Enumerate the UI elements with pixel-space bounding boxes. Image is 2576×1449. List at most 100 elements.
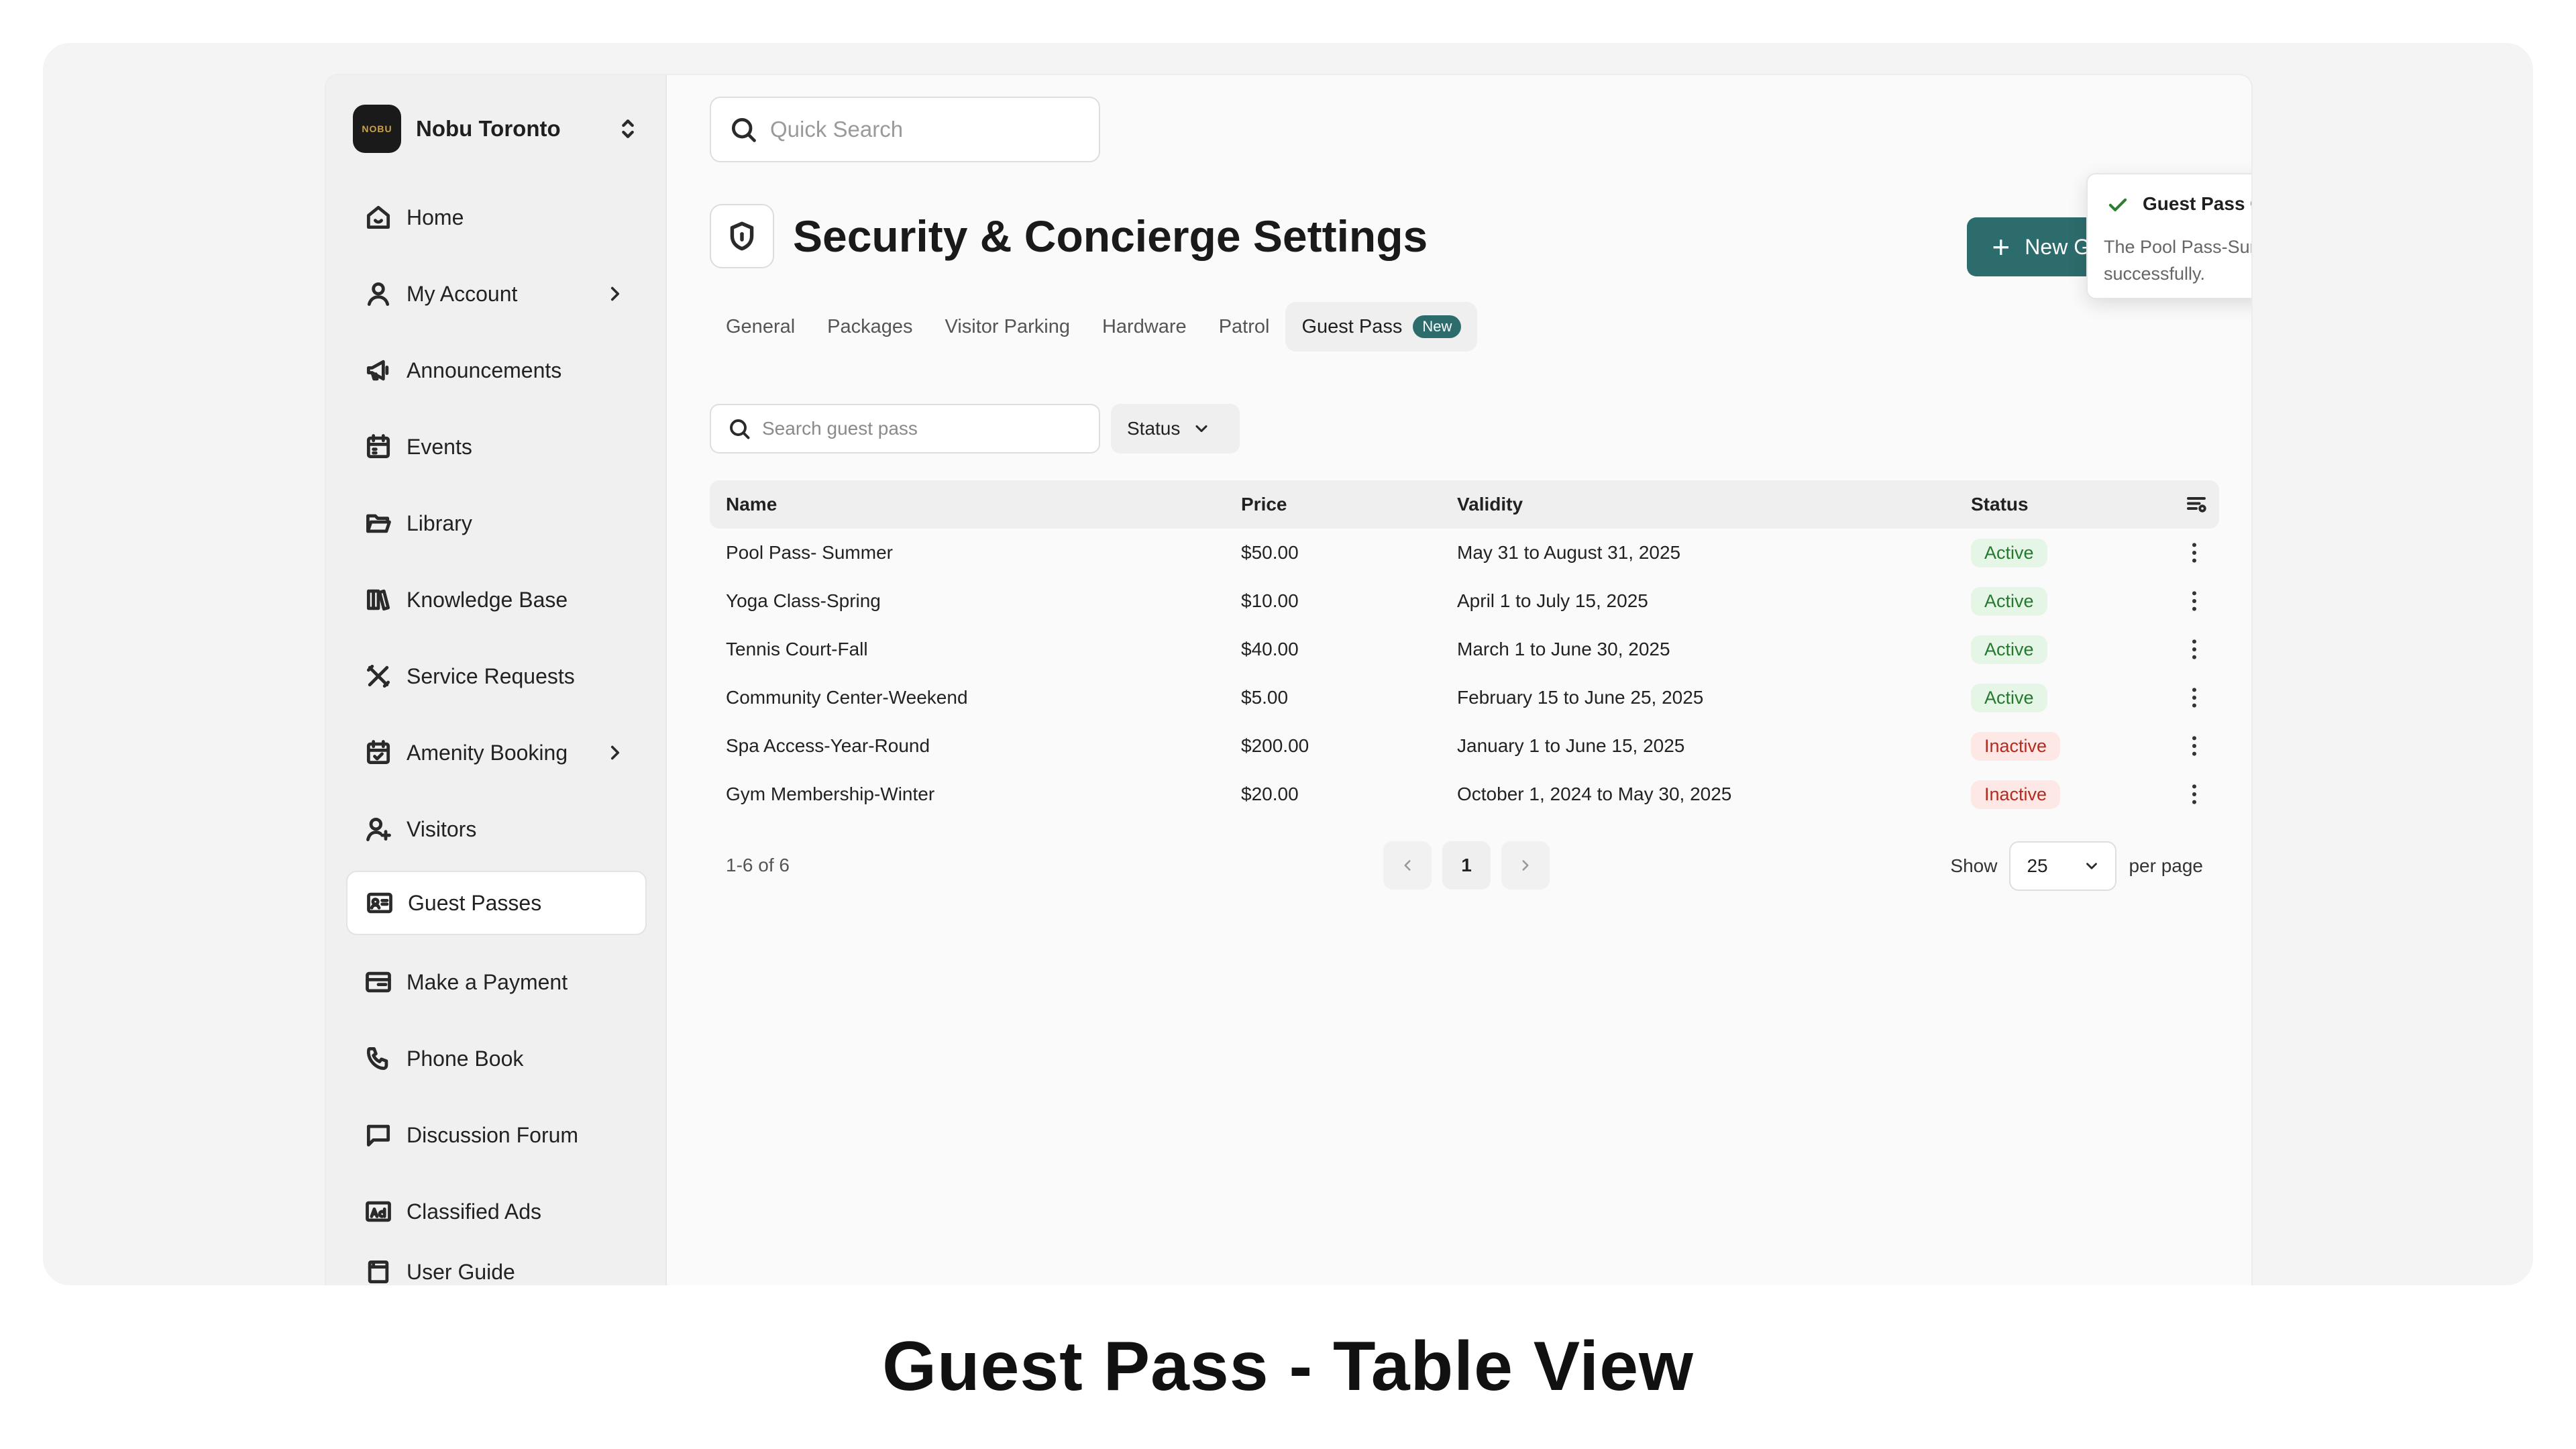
slide-caption: Guest Pass - Table View xyxy=(882,1328,1694,1405)
guest-pass-search-input[interactable] xyxy=(762,418,1084,439)
tab-guest-pass[interactable]: Guest Pass New xyxy=(1285,302,1478,352)
sidebar-item-library[interactable]: Library xyxy=(346,491,647,555)
user-plus-icon xyxy=(366,817,391,841)
tab-label: General xyxy=(726,315,796,337)
chevron-right-icon xyxy=(1522,860,1529,871)
chevron-down-icon xyxy=(1195,425,1208,433)
sidebar-item-label: Discussion Forum xyxy=(407,1122,579,1147)
quick-search-input[interactable] xyxy=(770,117,1079,142)
column-header-name[interactable]: Name xyxy=(726,494,777,515)
sidebar-item-announcements[interactable]: Announcements xyxy=(346,338,647,402)
more-vertical-icon[interactable] xyxy=(2184,733,2204,759)
chevron-right-icon xyxy=(610,745,620,760)
settings-tabs: General Packages Visitor Parking Hardwar… xyxy=(710,302,1478,352)
sidebar-item-phone-book[interactable]: Phone Book xyxy=(346,1026,647,1091)
chevron-left-icon xyxy=(1404,860,1411,871)
sidebar-item-amenity-booking[interactable]: Amenity Booking xyxy=(346,720,647,785)
more-vertical-icon[interactable] xyxy=(2184,588,2204,614)
sidebar-item-home[interactable]: Home xyxy=(346,185,647,250)
pagination: 1 xyxy=(1383,841,1560,890)
calendar-check-icon xyxy=(366,740,390,765)
table-row[interactable]: Yoga Class-Spring $10.00 April 1 to July… xyxy=(710,577,2219,625)
cell-validity: January 1 to June 15, 2025 xyxy=(1457,735,1685,756)
status-badge: Inactive xyxy=(1971,780,2061,809)
sidebar-item-my-account[interactable]: My Account xyxy=(346,262,647,326)
status-badge: Inactive xyxy=(1971,731,2061,761)
more-vertical-icon[interactable] xyxy=(2184,539,2204,566)
table-row[interactable]: Pool Pass- Summer $50.00 May 31 to Augus… xyxy=(710,529,2219,577)
page-button-1[interactable]: 1 xyxy=(1442,841,1491,890)
tab-hardware[interactable]: Hardware xyxy=(1086,302,1203,352)
sidebar-item-label: Knowledge Base xyxy=(407,587,568,612)
next-page-button[interactable] xyxy=(1501,841,1550,890)
pagination-range: 1-6 of 6 xyxy=(726,855,790,875)
folder-icon xyxy=(366,514,391,533)
status-filter-dropdown[interactable]: Status xyxy=(1111,404,1240,453)
page-header: Security & Concierge Settings xyxy=(710,204,1428,268)
chat-icon xyxy=(366,1124,390,1147)
user-icon xyxy=(367,282,390,306)
per-page-control: Show 25 per page xyxy=(1950,841,2203,891)
cell-name: Yoga Class-Spring xyxy=(726,590,881,611)
more-vertical-icon[interactable] xyxy=(2184,684,2204,711)
sidebar-item-visitors[interactable]: Visitors xyxy=(346,797,647,861)
sidebar-item-user-guide[interactable]: User Guide xyxy=(346,1240,647,1285)
id-card-icon xyxy=(367,892,392,914)
tab-visitor-parking[interactable]: Visitor Parking xyxy=(929,302,1086,352)
per-page-select[interactable]: 25 xyxy=(2009,841,2117,891)
tab-label: Patrol xyxy=(1218,315,1270,337)
column-header-price[interactable]: Price xyxy=(1241,494,1287,515)
more-vertical-icon[interactable] xyxy=(2184,636,2204,663)
org-switcher[interactable]: NOBU Nobu Toronto xyxy=(353,103,641,154)
status-badge: Active xyxy=(1971,538,2047,568)
sidebar-item-classified-ads[interactable]: Classified Ads xyxy=(346,1179,647,1244)
sidebar-item-knowledge-base[interactable]: Knowledge Base xyxy=(346,568,647,632)
tab-label: Hardware xyxy=(1102,315,1187,337)
toast-message: The Pool Pass-Summer has been created su… xyxy=(2104,237,2251,284)
per-page-value: 25 xyxy=(2027,855,2048,876)
tab-label: Packages xyxy=(827,315,913,337)
column-header-status[interactable]: Status xyxy=(1971,494,2029,515)
show-label: Show xyxy=(1950,855,1998,876)
sidebar-item-discussion-forum[interactable]: Discussion Forum xyxy=(346,1103,647,1167)
table-row[interactable]: Tennis Court-Fall $40.00 March 1 to June… xyxy=(710,625,2219,674)
sidebar-item-label: Make a Payment xyxy=(407,969,568,994)
column-settings-icon[interactable] xyxy=(2184,492,2208,517)
sidebar-item-guest-passes[interactable]: Guest Passes xyxy=(346,871,647,935)
cell-validity: February 15 to June 25, 2025 xyxy=(1457,687,1704,708)
quick-search[interactable] xyxy=(710,97,1100,162)
success-toast: Guest Pass Created Successfully The Pool… xyxy=(2086,173,2251,299)
table-header: Name Price Validity Status xyxy=(710,480,2219,529)
previous-page-button[interactable] xyxy=(1383,841,1432,890)
sidebar-item-events[interactable]: Events xyxy=(346,415,647,479)
megaphone-icon xyxy=(366,360,389,381)
page-title: Security & Concierge Settings xyxy=(793,211,1428,261)
sidebar-item-make-a-payment[interactable]: Make a Payment xyxy=(346,950,647,1014)
tab-general[interactable]: General xyxy=(710,302,811,352)
tab-patrol[interactable]: Patrol xyxy=(1203,302,1286,352)
sidebar-item-label: My Account xyxy=(407,281,518,306)
cell-name: Tennis Court-Fall xyxy=(726,639,868,659)
table-row[interactable]: Spa Access-Year-Round $200.00 January 1 … xyxy=(710,722,2219,770)
main-content: Security & Concierge Settings + New Gues… xyxy=(667,75,2251,1285)
sidebar-item-label: Events xyxy=(407,434,472,459)
org-logo: NOBU xyxy=(353,105,401,153)
guest-pass-search[interactable] xyxy=(710,404,1100,453)
sidebar: NOBU Nobu Toronto Home My Account Announ… xyxy=(326,75,667,1285)
tab-packages[interactable]: Packages xyxy=(811,302,928,352)
cell-price: $200.00 xyxy=(1241,735,1309,756)
sidebar-item-label: Library xyxy=(407,511,472,535)
chevron-right-icon xyxy=(610,286,620,301)
more-vertical-icon[interactable] xyxy=(2184,781,2204,808)
app-window: NOBU Nobu Toronto Home My Account Announ… xyxy=(325,74,2253,1285)
sidebar-item-service-requests[interactable]: Service Requests xyxy=(346,644,647,708)
cell-validity: April 1 to July 15, 2025 xyxy=(1457,590,1648,611)
table-row[interactable]: Community Center-Weekend $5.00 February … xyxy=(710,674,2219,722)
status-filter-label: Status xyxy=(1127,418,1181,439)
shield-icon xyxy=(730,221,754,251)
check-icon xyxy=(2108,198,2127,211)
table-row[interactable]: Gym Membership-Winter $20.00 October 1, … xyxy=(710,770,2219,818)
sidebar-item-label: Classified Ads xyxy=(407,1199,541,1224)
cell-validity: October 1, 2024 to May 30, 2025 xyxy=(1457,784,1732,804)
column-header-validity[interactable]: Validity xyxy=(1457,494,1523,515)
